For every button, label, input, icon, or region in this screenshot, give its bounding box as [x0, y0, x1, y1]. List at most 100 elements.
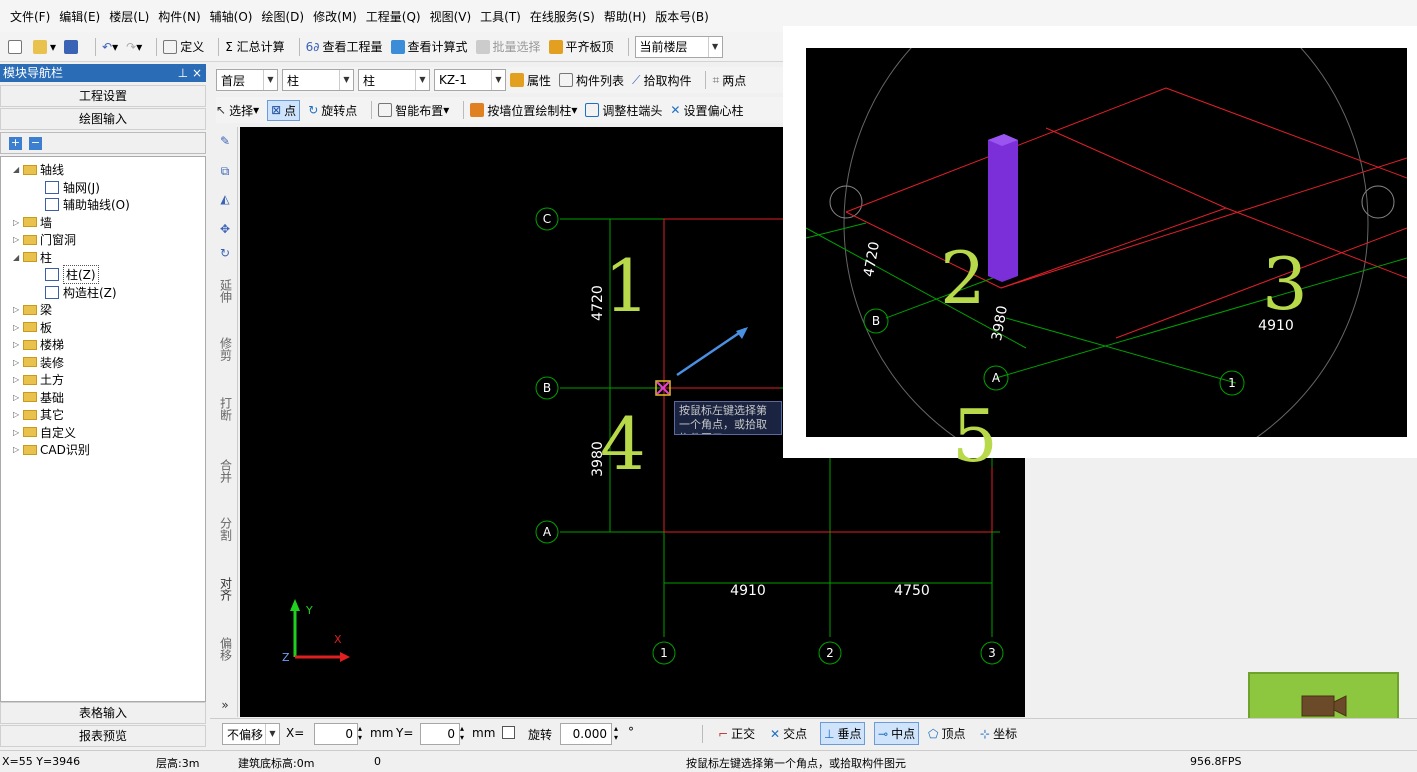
tree-item[interactable]: 构造柱(Z): [45, 284, 117, 301]
pin-close-icon[interactable]: ⊥ ×: [178, 64, 202, 82]
tree-item[interactable]: 柱(Z): [45, 265, 99, 284]
set-offset-button[interactable]: ✕ 设置偏心柱: [670, 102, 743, 119]
split-tool[interactable]: 分割: [216, 517, 234, 544]
merge-tool[interactable]: 合并: [216, 459, 234, 486]
component-name-select[interactable]: KZ-1 ▼: [434, 69, 506, 91]
tree-item[interactable]: ▷ 自定义: [13, 424, 76, 441]
rotate-stepper-icon[interactable]: ▴ ▾: [614, 724, 618, 742]
collapsed-arrow-icon[interactable]: ▷: [13, 375, 23, 384]
menu-item[interactable]: 文件(F): [10, 8, 50, 25]
new-file-button[interactable]: [8, 39, 25, 54]
tree-item[interactable]: ◢ 柱: [13, 249, 52, 266]
tree-item[interactable]: ▷ 其它: [13, 406, 64, 423]
collapsed-arrow-icon[interactable]: ▷: [13, 340, 23, 349]
menu-item[interactable]: 工程量(Q): [366, 8, 421, 25]
brush-icon[interactable]: ✎: [216, 135, 234, 148]
collapsed-arrow-icon[interactable]: ▷: [13, 393, 23, 402]
move-icon[interactable]: ✥: [216, 223, 234, 236]
menu-item[interactable]: 在线服务(S): [530, 8, 595, 25]
x-input[interactable]: 0: [314, 723, 358, 745]
component-subtype-select[interactable]: 柱 ▼: [358, 69, 430, 91]
view-quantity-button[interactable]: 6∂ 查看工程量: [306, 38, 383, 55]
tree-item[interactable]: ▷ 土方: [13, 371, 64, 388]
rotate-checkbox[interactable]: [502, 726, 515, 739]
tree-item[interactable]: ▷ 梁: [13, 301, 52, 318]
define-button[interactable]: 定义: [163, 38, 204, 55]
floor-select[interactable]: 首层 ▼: [216, 69, 278, 91]
collapsed-arrow-icon[interactable]: ▷: [13, 323, 23, 332]
rotate-angle-input[interactable]: 0.000: [560, 723, 612, 745]
point-button[interactable]: ⊠ 点: [267, 99, 301, 121]
collapsed-arrow-icon[interactable]: ▷: [13, 358, 23, 367]
flat-top-button[interactable]: 平齐板顶: [548, 38, 614, 55]
menu-item[interactable]: 编辑(E): [59, 8, 100, 25]
rotate-icon[interactable]: ↻: [216, 247, 234, 260]
collapsed-arrow-icon[interactable]: ▷: [13, 305, 23, 314]
ortho-snap-button[interactable]: ⌐ 正交: [718, 725, 755, 742]
select-button[interactable]: ↖ 选择 ▾: [216, 102, 259, 119]
undo-button[interactable]: ↶ ▾: [102, 40, 118, 54]
tree-item[interactable]: ◢ 轴线: [13, 161, 64, 178]
tree-item[interactable]: ▷ CAD识别: [13, 441, 90, 458]
menu-item[interactable]: 构件(N): [158, 8, 200, 25]
y-input[interactable]: 0: [420, 723, 460, 745]
menu-item[interactable]: 修改(M): [313, 8, 357, 25]
perpendicular-snap-button[interactable]: ⊥ 垂点: [820, 722, 866, 745]
menu-item[interactable]: 版本号(B): [655, 8, 709, 25]
menu-item[interactable]: 帮助(H): [604, 8, 646, 25]
menu-item[interactable]: 辅轴(O): [210, 8, 253, 25]
chevron-down-icon[interactable]: »: [216, 699, 234, 712]
menu-item[interactable]: 工具(T): [480, 8, 521, 25]
two-point-button[interactable]: ⌗ 两点: [712, 72, 746, 89]
tree-item[interactable]: ▷ 楼梯: [13, 336, 64, 353]
current-floor-select[interactable]: 当前楼层 ▼: [634, 35, 723, 58]
collapse-all-icon[interactable]: −: [29, 137, 42, 150]
break-tool[interactable]: 打断: [216, 397, 234, 424]
batch-select-button[interactable]: 批量选择: [475, 38, 541, 55]
menu-item[interactable]: 视图(V): [430, 8, 472, 25]
vertex-snap-button[interactable]: ⬠ 顶点: [928, 725, 965, 742]
draw-by-wall-button[interactable]: 按墙位置绘制柱 ▾: [470, 102, 577, 119]
redo-button[interactable]: ↷ ▾: [126, 40, 142, 54]
tree-item[interactable]: ▷ 门窗洞: [13, 231, 76, 248]
collapsed-arrow-icon[interactable]: ▷: [13, 428, 23, 437]
tree-item[interactable]: ▷ 装修: [13, 354, 64, 371]
sum-calc-button[interactable]: Σ 汇总计算: [225, 38, 284, 55]
table-input-button[interactable]: 表格输入: [0, 702, 206, 724]
collapsed-arrow-icon[interactable]: ▷: [13, 218, 23, 227]
menu-item[interactable]: 楼层(L): [109, 8, 149, 25]
tree-item[interactable]: ▷ 基础: [13, 389, 64, 406]
offset-tool[interactable]: 偏移: [216, 637, 234, 664]
expanded-arrow-icon[interactable]: ◢: [13, 165, 23, 174]
report-preview-button[interactable]: 报表预览: [0, 725, 206, 747]
smart-layout-button[interactable]: 智能布置 ▾: [378, 102, 449, 119]
drawing-input-button[interactable]: 绘图输入: [0, 108, 206, 130]
project-settings-button[interactable]: 工程设置: [0, 85, 206, 107]
collapsed-arrow-icon[interactable]: ▷: [13, 410, 23, 419]
tree-item[interactable]: ▷ 板: [13, 319, 52, 336]
offset-mode-select[interactable]: 不偏移 ▼: [222, 723, 280, 745]
properties-button[interactable]: 属性: [510, 72, 551, 89]
align-tool[interactable]: 对齐: [216, 577, 234, 604]
tree-item[interactable]: 辅助轴线(O): [45, 196, 130, 213]
y-stepper-icon[interactable]: ▴ ▾: [460, 724, 464, 742]
tree-item[interactable]: ▷ 墙: [13, 214, 52, 231]
component-type-select[interactable]: 柱 ▼: [282, 69, 354, 91]
trim-tool[interactable]: 修剪: [216, 337, 234, 364]
open-file-button[interactable]: ▾: [33, 39, 56, 54]
tree-item[interactable]: 轴网(J): [45, 179, 100, 196]
collapsed-arrow-icon[interactable]: ▷: [13, 445, 23, 454]
collapsed-arrow-icon[interactable]: ▷: [13, 235, 23, 244]
expand-all-icon[interactable]: +: [9, 137, 22, 150]
save-button[interactable]: [64, 39, 81, 54]
extend-tool[interactable]: 延伸: [216, 279, 234, 306]
view-formula-button[interactable]: 查看计算式: [390, 38, 468, 55]
pick-component-button[interactable]: ⟋ 拾取构件: [632, 72, 691, 89]
intersect-snap-button[interactable]: ✕ 交点: [770, 725, 807, 742]
component-list-button[interactable]: 构件列表: [559, 72, 624, 89]
menu-item[interactable]: 绘图(D): [261, 8, 304, 25]
rotate-point-button[interactable]: ↻ 旋转点: [308, 102, 357, 119]
adjust-end-button[interactable]: 调整柱端头: [585, 102, 662, 119]
x-stepper-icon[interactable]: ▴ ▾: [358, 724, 362, 742]
expanded-arrow-icon[interactable]: ◢: [13, 253, 23, 262]
